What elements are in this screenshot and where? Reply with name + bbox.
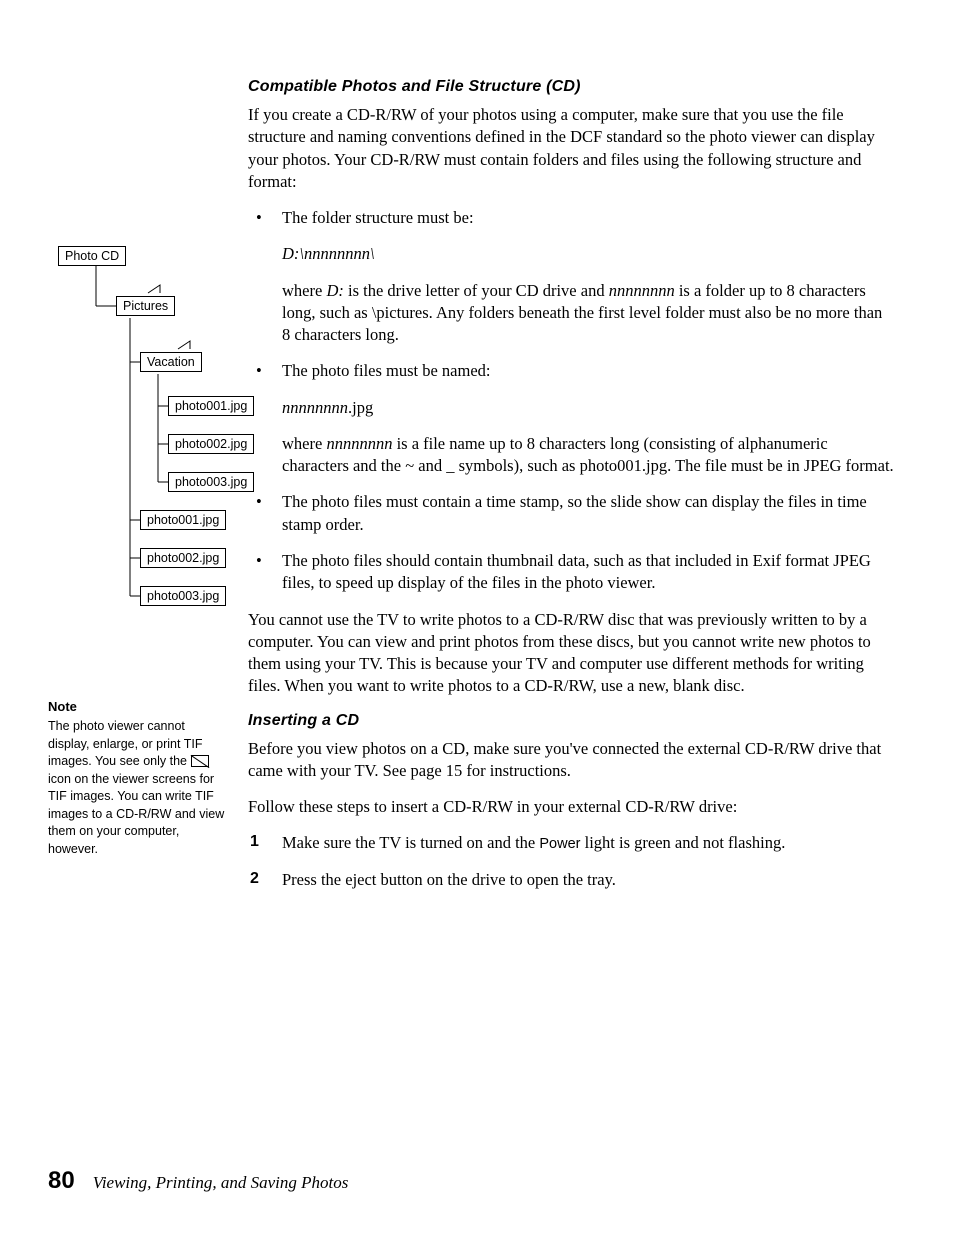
step-2: Press the eject button on the drive to o… — [248, 869, 894, 891]
para-connect-drive: Before you view photos on a CD, make sur… — [248, 738, 894, 783]
page-footer: 80 Viewing, Printing, and Saving Photos — [48, 1167, 348, 1195]
note-heading: Note — [48, 698, 228, 716]
chapter-title: Viewing, Printing, and Saving Photos — [93, 1173, 349, 1193]
section-heading-inserting: Inserting a CD — [248, 712, 894, 730]
para-write-warning: You cannot use the TV to write photos to… — [248, 609, 894, 698]
tree-node-file: photo002.jpg — [168, 434, 254, 454]
bullet-folder-structure: The folder structure must be: D:\nnnnnnn… — [256, 207, 894, 346]
tree-node-vacation: Vacation — [140, 352, 202, 372]
step-1: Make sure the TV is turned on and the Po… — [248, 832, 894, 855]
bullet-timestamp: The photo files must contain a time stam… — [256, 491, 894, 536]
para-follow-steps: Follow these steps to insert a CD-R/RW i… — [248, 796, 894, 818]
tree-node-file: photo002.jpg — [140, 548, 226, 568]
tree-node-root: Photo CD — [58, 246, 126, 266]
main-content: Compatible Photos and File Structure (CD… — [248, 78, 894, 891]
tree-node-file: photo001.jpg — [140, 510, 226, 530]
bullet-file-naming: The photo files must be named: nnnnnnnn.… — [256, 360, 894, 477]
note-box: Note The photo viewer cannot display, en… — [48, 698, 228, 858]
tree-node-file: photo003.jpg — [140, 586, 226, 606]
bullet-thumbnail: The photo files should contain thumbnail… — [256, 550, 894, 595]
note-body: The photo viewer cannot display, enlarge… — [48, 719, 224, 856]
broken-image-icon — [191, 755, 209, 767]
tree-node-file: photo003.jpg — [168, 472, 254, 492]
tree-node-file: photo001.jpg — [168, 396, 254, 416]
tree-node-pictures: Pictures — [116, 296, 175, 316]
page-number: 80 — [48, 1167, 75, 1195]
para-intro: If you create a CD-R/RW of your photos u… — [248, 104, 894, 193]
section-heading-compatible: Compatible Photos and File Structure (CD… — [248, 78, 894, 96]
